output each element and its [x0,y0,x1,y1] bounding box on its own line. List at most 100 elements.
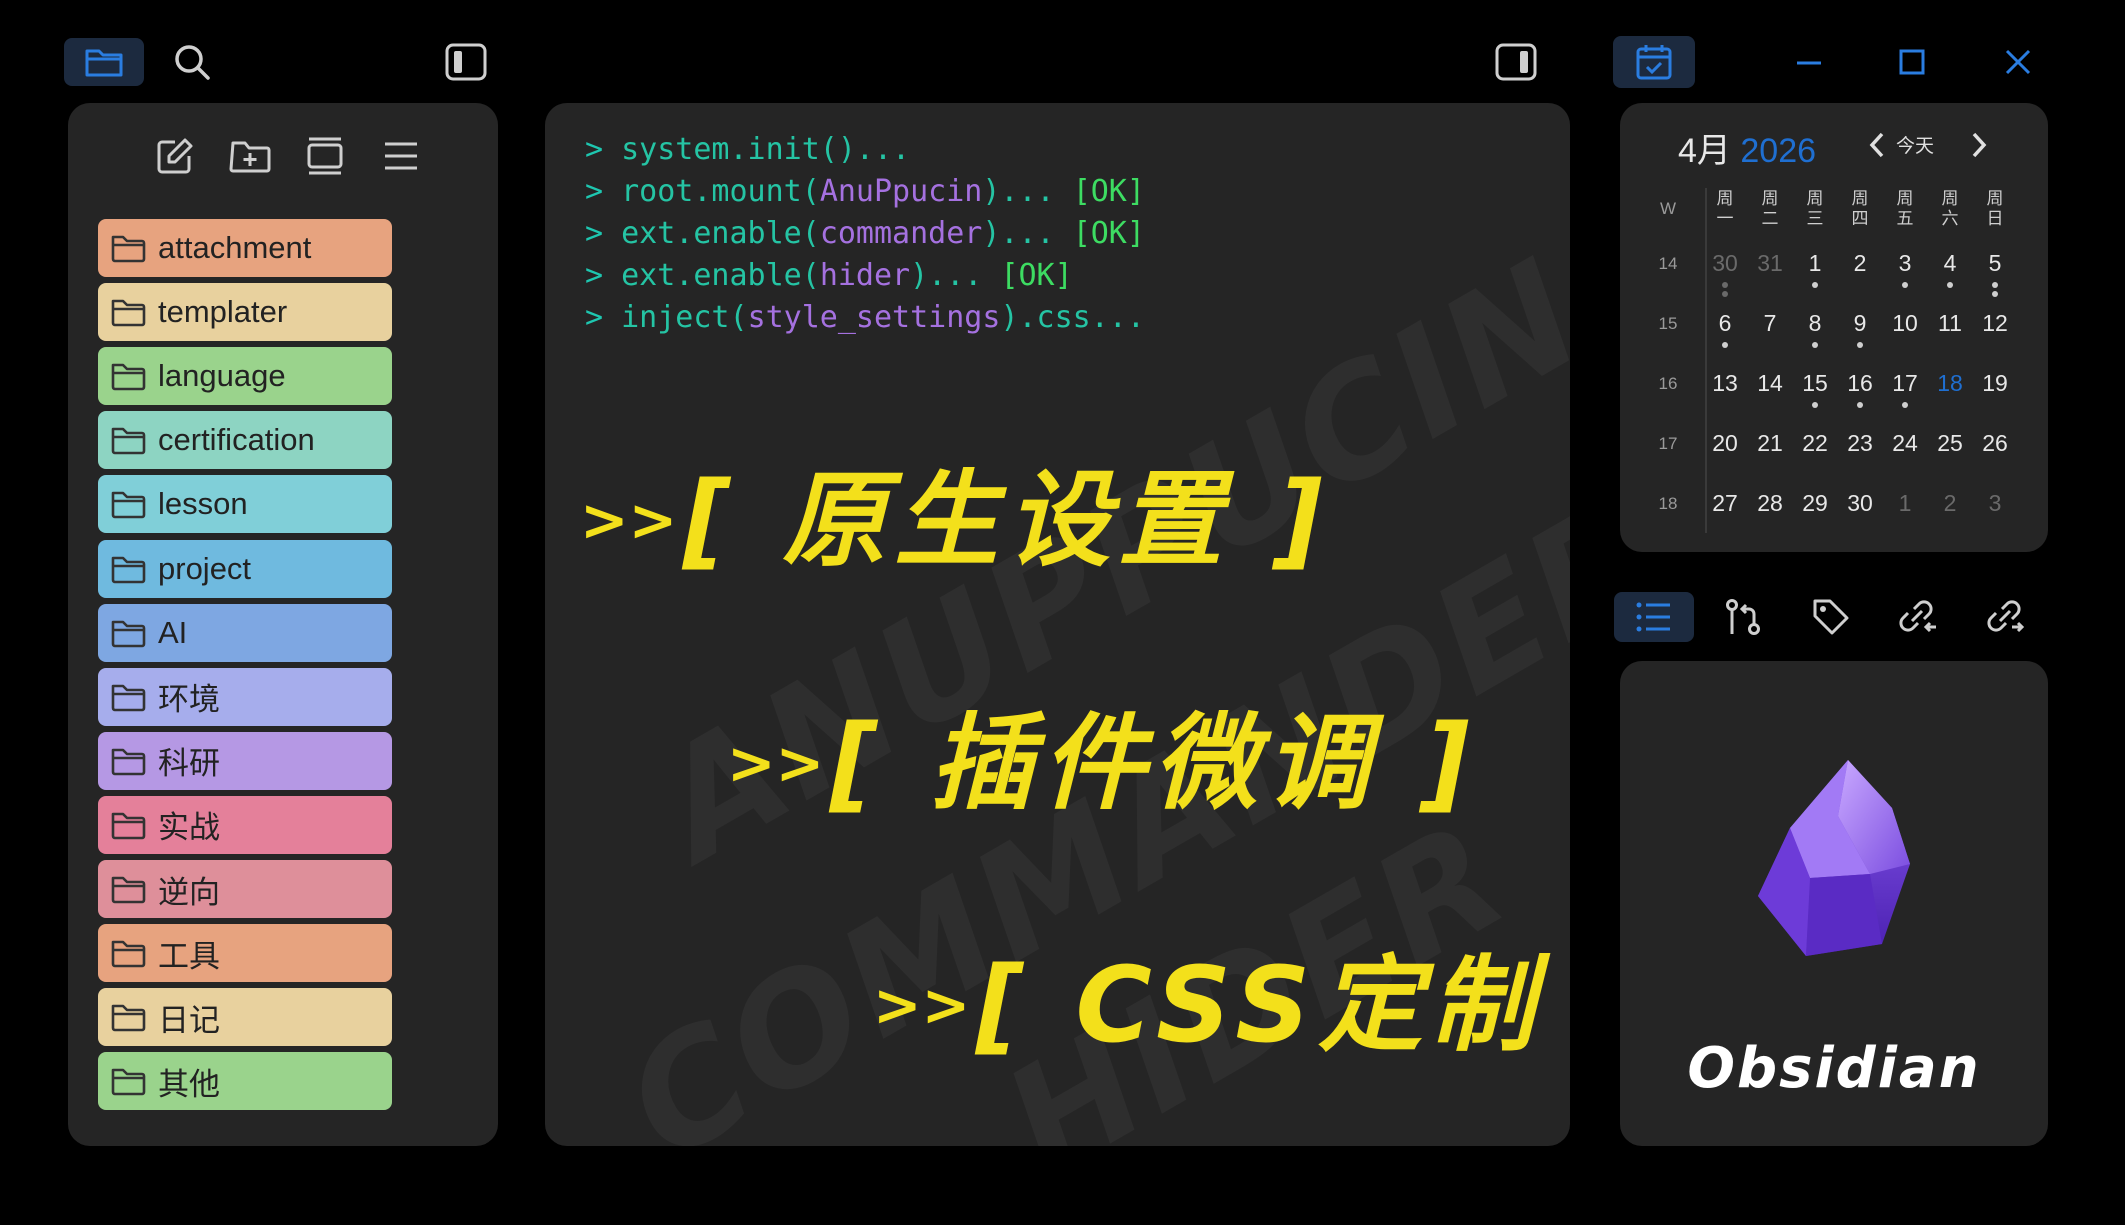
calendar-day[interactable]: 24 [1883,430,1927,457]
terminal-line: > inject(style_settings).css... [585,297,1145,339]
maximize-icon [1897,47,1927,77]
calendar-day[interactable]: 4 [1928,250,1972,277]
calendar-day[interactable]: 9 [1838,310,1882,337]
folder-item[interactable]: 环境 [98,667,392,726]
calendar-day[interactable]: 30 [1703,250,1747,277]
files-tab-button[interactable] [64,38,144,86]
calendar-day[interactable]: 30 [1838,490,1882,517]
folder-item[interactable]: 工具 [98,924,392,983]
folder-item[interactable]: templater [98,283,392,342]
event-dot [1902,282,1908,288]
calendar-day[interactable]: 3 [1973,490,2017,517]
folder-label: project [158,550,252,586]
tab-git[interactable] [1718,592,1768,642]
folder-item[interactable]: attachment [98,219,392,277]
folder-label: 工具 [158,938,220,974]
calendar-day[interactable]: 7 [1748,310,1792,337]
logo-panel: Obsidian [1620,661,2048,1146]
calendar-day[interactable]: 23 [1838,430,1882,457]
calendar-day[interactable]: 22 [1793,430,1837,457]
calendar-day[interactable]: 11 [1928,310,1972,337]
collapse-all-button[interactable] [300,131,350,181]
folder-label: 实战 [158,810,220,846]
calendar-tab-button[interactable] [1613,36,1695,88]
calendar-day[interactable]: 21 [1748,430,1792,457]
week-header: W [1659,199,1677,218]
folder-item[interactable]: 实战 [98,795,392,854]
terminal-prompt: > [585,300,604,335]
calendar-day[interactable]: 17 [1883,370,1927,397]
calendar-day-today[interactable]: 18 [1928,370,1972,397]
today-button[interactable]: 今天 [1896,131,1934,158]
calendar-day[interactable]: 5 [1973,250,2017,277]
calendar-day[interactable]: 16 [1838,370,1882,397]
brand-name: Obsidian [1687,1036,1981,1101]
calendar-day[interactable]: 31 [1748,250,1792,277]
folder-icon [110,810,146,840]
calendar-day[interactable]: 29 [1793,490,1837,517]
minimize-button[interactable] [1785,38,1833,86]
new-note-button[interactable] [150,131,200,181]
weekday-prefix: 周 [1716,189,1734,208]
terminal-token: )... [910,258,1001,293]
calendar-day[interactable]: 19 [1973,370,2017,397]
folder-icon [110,361,146,391]
calendar-month: 4月 [1678,132,1731,170]
folder-item[interactable]: language [98,347,392,406]
calendar-day[interactable]: 28 [1748,490,1792,517]
weekday-suffix: 一 [1716,209,1734,228]
terminal-token: [OK] [1072,216,1145,251]
sort-button[interactable] [376,131,426,181]
maximize-button[interactable] [1888,38,1936,86]
headline-plugin-tweaks: >> [ 插件微调 ] [727,711,1477,815]
calendar-day[interactable]: 25 [1928,430,1972,457]
next-month-button[interactable] [1962,123,1996,167]
calendar-day[interactable]: 2 [1838,250,1882,277]
calendar-day[interactable]: 8 [1793,310,1837,337]
calendar-day[interactable]: 1 [1883,490,1927,517]
calendar-day[interactable]: 27 [1703,490,1747,517]
calendar-day[interactable]: 26 [1973,430,2017,457]
calendar-day[interactable]: 1 [1793,250,1837,277]
calendar-day[interactable]: 10 [1883,310,1927,337]
event-dot [1722,342,1728,348]
folder-item[interactable]: AI [98,603,392,662]
terminal-line: > system.init()... [585,129,910,171]
folder-item[interactable]: lesson [98,475,392,534]
folder-item[interactable]: 逆向 [98,860,392,918]
folder-label: AI [158,614,188,650]
outgoing-links-icon [1986,597,2026,637]
folder-item[interactable]: certification [98,411,392,470]
folder-label: templater [158,294,288,330]
calendar-day[interactable]: 6 [1703,310,1747,337]
tab-tags[interactable] [1806,592,1856,642]
search-button[interactable] [168,38,216,86]
calendar-day[interactable]: 20 [1703,430,1747,457]
folder-icon [110,425,146,455]
calendar-day[interactable]: 2 [1928,490,1972,517]
event-dot [1722,282,1728,288]
week-number: 14 [1658,254,1678,273]
calendar-day[interactable]: 13 [1703,370,1747,397]
toggle-right-sidebar-button[interactable] [1490,38,1542,86]
calendar-day[interactable]: 3 [1883,250,1927,277]
close-button[interactable] [1994,38,2042,86]
calendar-day[interactable]: 12 [1973,310,2017,337]
prev-month-button[interactable] [1860,123,1894,167]
calendar-day[interactable]: 14 [1748,370,1792,397]
folder-item[interactable]: 科研 [98,731,392,790]
tab-backlinks[interactable] [1893,592,1943,642]
folder-item[interactable]: 其他 [98,1052,392,1111]
tab-outgoing-links[interactable] [1981,592,2031,642]
folder-item[interactable]: project [98,539,392,598]
folder-label: language [158,358,286,394]
terminal-prompt: > [585,258,604,293]
folder-item[interactable]: 日记 [98,988,392,1047]
file-explorer-panel: attachment templater language certification… [68,103,498,1146]
calendar-day[interactable]: 15 [1793,370,1837,397]
tab-outline[interactable] [1614,592,1694,642]
toggle-left-sidebar-button[interactable] [442,38,490,86]
folder-label: 其他 [158,1066,220,1102]
new-folder-button[interactable] [225,131,275,181]
event-dot [1992,282,1998,288]
